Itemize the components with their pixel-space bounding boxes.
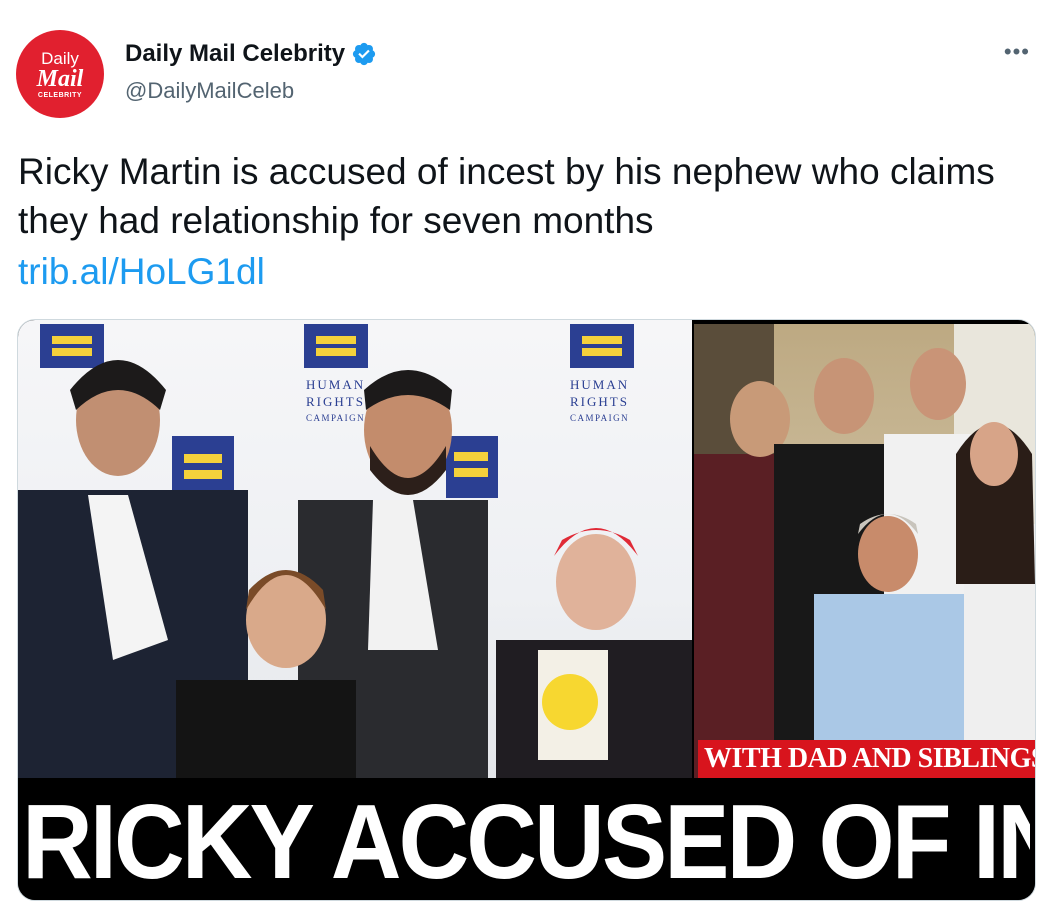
author-name-row: Daily Mail Celebrity — [125, 40, 377, 68]
red-carpet-photo: HUMAN RIGHTS CAMPAIGN HUMAN RIGHTS CAMPA… — [18, 320, 692, 778]
avatar[interactable]: Daily Mail CELEBRITY — [16, 30, 104, 118]
tweet-media-image[interactable]: HUMAN RIGHTS CAMPAIGN HUMAN RIGHTS CAMPA… — [17, 319, 1036, 901]
display-name[interactable]: Daily Mail Celebrity — [125, 40, 345, 68]
family-photo — [694, 324, 1035, 778]
avatar-celebrity-text: CELEBRITY — [37, 91, 83, 99]
backdrop-text-human: HUMAN — [306, 377, 366, 392]
tweet-link[interactable]: trib.al/HoLG1dl — [18, 247, 265, 296]
backdrop-text-human-2: HUMAN — [570, 377, 630, 392]
more-options-icon[interactable]: ••• — [1004, 40, 1030, 64]
avatar-mail-text: Mail — [36, 65, 84, 92]
image-headline: RICKY ACCUSED OF INCEST — [22, 781, 1030, 901]
avatar-daily-text: Daily — [41, 48, 79, 68]
backdrop-text-rights: RIGHTS — [306, 394, 365, 409]
family-illustration — [694, 324, 1035, 778]
backdrop-text-campaign: CAMPAIGN — [306, 413, 366, 423]
verified-badge-icon — [352, 42, 376, 66]
backdrop-text-rights-2: RIGHTS — [570, 394, 629, 409]
tweet-text: Ricky Martin is accused of incest by his… — [18, 151, 995, 241]
user-handle[interactable]: @DailyMailCeleb — [125, 78, 294, 104]
backdrop-text-campaign-2: CAMPAIGN — [570, 413, 630, 423]
